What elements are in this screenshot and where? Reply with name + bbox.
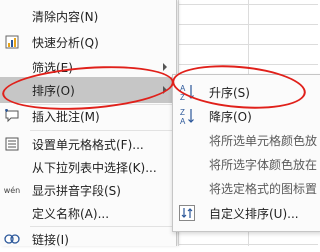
menu-item-define-name[interactable]: 定义名称(A)... (0, 200, 176, 226)
submenu-item-sort-ascending[interactable]: A Z 升序(S) (173, 80, 320, 104)
sort-icon-letter: Z (180, 93, 185, 101)
submenu-arrow-icon (163, 86, 167, 94)
submenu-item-font-color-top[interactable]: 将所选字体颜色放在 (173, 152, 320, 176)
submenu-item-label: 升序(S) (209, 85, 250, 100)
menu-item-insert-comment[interactable]: 插入批注(M) (0, 103, 176, 129)
submenu-item-sort-descending[interactable]: Z A 降序(O) (173, 104, 320, 128)
quick-analysis-icon (3, 33, 21, 51)
custom-sort-icon (179, 204, 195, 222)
format-cells-icon (3, 135, 21, 153)
menu-item-label: 排序(O) (32, 83, 75, 98)
menu-item-clear-contents[interactable]: 清除内容(N) (0, 3, 176, 29)
sort-icon-letter: A (180, 117, 186, 125)
insert-comment-icon (3, 107, 21, 125)
phonetic-icon-text: wén (3, 185, 21, 195)
context-menu: 清除内容(N) 快速分析(Q) 筛选(E) 排序(O) 插入批注(M) 设置单元… (0, 0, 177, 247)
submenu-item-label: 降序(O) (209, 109, 252, 124)
submenu-item-label: 将选定格式的图标置 (209, 181, 318, 196)
submenu-item-label: 将所选字体颜色放在 (209, 157, 318, 172)
clear-icon (3, 7, 21, 25)
menu-item-label: 插入批注(M) (32, 109, 100, 124)
submenu-item-custom-sort[interactable]: 自定义排序(U)... (173, 201, 320, 225)
sort-icon-letter: Z (180, 108, 185, 117)
menu-item-label: 快速分析(Q) (32, 35, 99, 50)
menu-item-label: 清除内容(N) (32, 9, 99, 24)
menu-item-label: 定义名称(A)... (32, 206, 110, 221)
menu-item-sort[interactable]: 排序(O) (0, 77, 176, 103)
sort-icon-letter: A (180, 84, 186, 93)
submenu-item-icon-top[interactable]: 将选定格式的图标置 (173, 176, 320, 200)
phonetic-icon: wén (3, 181, 21, 199)
submenu-item-label: 自定义排序(U)... (209, 206, 299, 221)
menu-item-quick-analysis[interactable]: 快速分析(Q) (0, 29, 176, 55)
submenu-item-cell-color-top[interactable]: 将所选单元格颜色放 (173, 128, 320, 152)
menu-item-link[interactable]: 链接(I) (0, 226, 176, 252)
sort-ascending-icon: A Z (179, 83, 195, 101)
menu-item-label: 链接(I) (32, 232, 69, 247)
submenu-arrow-icon (163, 63, 167, 71)
sort-submenu: A Z 升序(S) Z A 降序(O) 将所选单元格颜色放 将所选字体颜色放在 … (172, 74, 320, 232)
menu-item-label: 显示拼音字段(S) (32, 183, 121, 198)
sort-descending-icon: Z A (179, 107, 195, 125)
link-icon (3, 230, 21, 248)
menu-item-label: 设置单元格格式(F)... (32, 137, 144, 152)
submenu-item-label: 将所选单元格颜色放 (209, 133, 318, 148)
menu-item-label: 筛选(E) (32, 60, 73, 75)
menu-item-label: 从下拉列表中选择(K)... (32, 160, 157, 175)
